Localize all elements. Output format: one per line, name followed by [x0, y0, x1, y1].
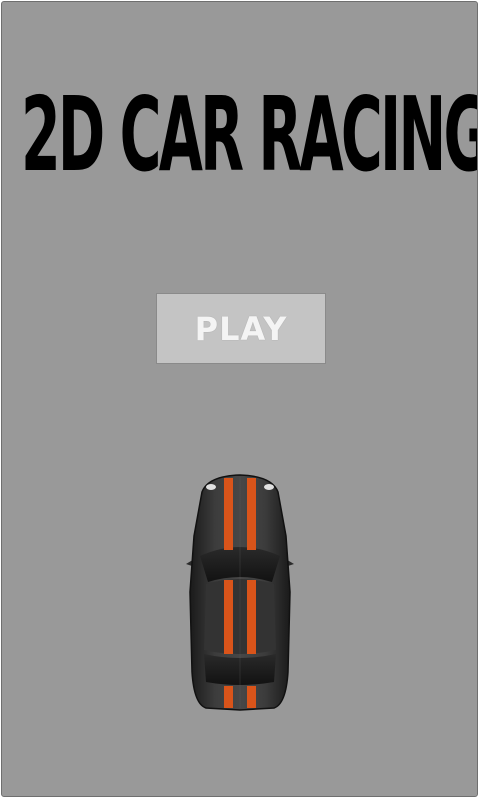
left-headlight	[206, 484, 216, 490]
right-headlight	[264, 484, 274, 490]
game-title: 2D CAR RACING	[21, 74, 478, 195]
player-car	[186, 474, 294, 711]
game-screen: 2D CAR RACING PLAY	[1, 1, 478, 797]
play-button[interactable]: PLAY	[156, 293, 326, 364]
play-button-label: PLAY	[194, 309, 288, 348]
